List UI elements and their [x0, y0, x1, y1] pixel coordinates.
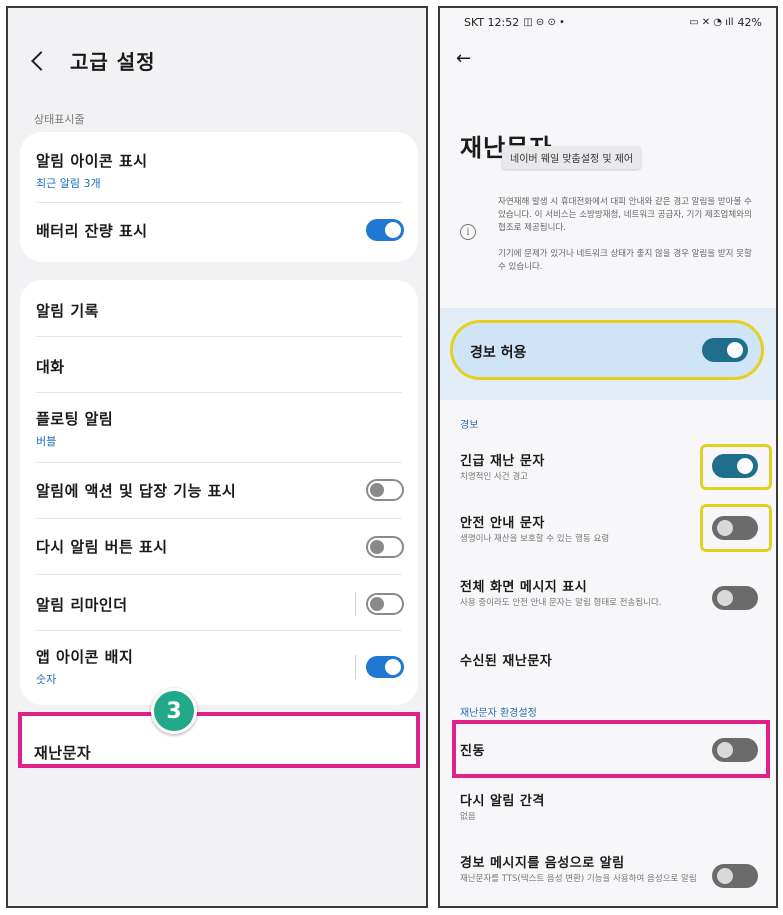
toggle-knob: [370, 483, 384, 497]
setting-full-screen-message[interactable]: 전체 화면 메시지 표시 사용 중이라도 안전 안내 문자는 알림 형태로 전송…: [460, 576, 700, 609]
divider: [36, 202, 402, 203]
info-disclaimer: 기기에 문제가 있거나 네트워크 상태가 좋지 않을 경우 알림을 받지 못할 …: [498, 249, 752, 272]
section-label-status-bar: 상태표시줄: [34, 113, 85, 126]
setting-title: 플로팅 알림: [36, 410, 114, 428]
reminders-toggle[interactable]: [366, 593, 404, 615]
back-arrow-icon[interactable]: ←: [456, 48, 471, 69]
full-screen-toggle[interactable]: [712, 586, 758, 610]
setting-battery-percentage[interactable]: 배터리 잔량 표시: [36, 220, 402, 241]
snooze-button-toggle[interactable]: [366, 536, 404, 558]
notification-settings-card: 알림 기록 대화 플로팅 알림 버블 알림에 액션 및 답장 기능 표시 다시 …: [20, 280, 418, 705]
setting-received-alerts[interactable]: 수신된 재난문자: [460, 650, 700, 669]
setting-title: 진동: [460, 744, 485, 759]
carrier-time: SKT 12:52: [464, 16, 520, 29]
setting-title: 전체 화면 메시지 표시: [460, 580, 588, 595]
divider: [36, 574, 402, 575]
step-badge: 3: [151, 688, 197, 734]
setting-title: 알림 기록: [36, 302, 99, 320]
setting-title: 알림 리마인더: [36, 596, 128, 614]
vibration-toggle[interactable]: [712, 738, 758, 762]
separator: [355, 655, 356, 679]
setting-title: 알림에 액션 및 답장 기능 표시: [36, 482, 237, 500]
setting-subtitle: 없음: [460, 812, 476, 822]
toggle-knob: [385, 222, 401, 238]
setting-subtitle: 재난문자를 TTS(텍스트 음성 변환) 기능을 사용하여 음성으로 알림: [460, 874, 697, 884]
toggle-knob: [727, 342, 743, 358]
setting-title: 배터리 잔량 표시: [36, 222, 148, 240]
emergency-alerts-highlight[interactable]: 재난문자: [18, 712, 420, 768]
setting-notification-history[interactable]: 알림 기록: [36, 300, 402, 321]
signal-icons: ▭ ✕ ◔ ıll: [689, 17, 734, 28]
notification-icons: ◫ ⊝ ⊙ •: [523, 17, 565, 28]
setting-suggest-actions-replies[interactable]: 알림에 액션 및 답장 기능 표시: [36, 480, 402, 501]
setting-title: 다시 알림 버튼 표시: [36, 538, 168, 556]
toggle-knob: [370, 540, 384, 554]
setting-title: 대화: [36, 358, 65, 376]
setting-notification-reminders[interactable]: 알림 리마인더: [36, 594, 402, 615]
info-description: 자연재해 발생 시 휴대전화에서 대피 안내와 같은 경고 알림을 받아볼 수 …: [498, 197, 752, 233]
status-right: ▭ ✕ ◔ ıll 42%: [689, 16, 762, 29]
left-screenshot-panel: 고급 설정 상태표시줄 알림 아이콘 표시 최근 알림 3개 배터리 잔량 표시…: [6, 6, 428, 908]
allow-alerts-toggle[interactable]: [702, 338, 748, 362]
toggle-knob: [370, 597, 384, 611]
allow-alerts-label: 경보 허용: [470, 345, 527, 361]
battery-level: 42%: [737, 16, 762, 29]
divider: [36, 462, 402, 463]
setting-speak-alert-message[interactable]: 경보 메시지를 음성으로 알림 재난문자를 TTS(텍스트 음성 변환) 기능을…: [460, 852, 700, 885]
setting-snooze-button[interactable]: 다시 알림 버튼 표시: [36, 536, 402, 557]
setting-conversations[interactable]: 대화: [36, 356, 402, 377]
setting-title: 다시 알림 간격: [460, 794, 545, 809]
setting-title: 긴급 재난 문자: [460, 454, 545, 469]
status-bar-card: 알림 아이콘 표시 최근 알림 3개 배터리 잔량 표시: [20, 132, 418, 262]
setting-title: 알림 아이콘 표시: [36, 152, 148, 170]
setting-title: 경보 메시지를 음성으로 알림: [460, 856, 625, 871]
setting-title: 수신된 재난문자: [460, 654, 553, 669]
right-screenshot-panel: SKT 12:52 ◫ ⊝ ⊙ • ▭ ✕ ◔ ıll 42% ← 재난문자 네…: [438, 6, 778, 908]
speak-alert-toggle[interactable]: [712, 864, 758, 888]
info-icon: i: [460, 224, 476, 240]
emergency-alerts-toggle[interactable]: [712, 454, 758, 478]
divider: [36, 630, 402, 631]
back-icon[interactable]: [31, 50, 51, 71]
setting-vibration[interactable]: 진동: [460, 740, 700, 759]
status-bar: SKT 12:52 ◫ ⊝ ⊙ • ▭ ✕ ◔ ıll 42%: [464, 16, 762, 29]
setting-notification-icons[interactable]: 알림 아이콘 표시 최근 알림 3개: [36, 150, 402, 191]
battery-percentage-toggle[interactable]: [366, 219, 404, 241]
separator: [355, 592, 356, 616]
divider: [36, 518, 402, 519]
toggle-knob: [717, 742, 733, 758]
header: 고급 설정: [31, 46, 156, 75]
setting-subtitle: 생명이나 재산을 보호할 수 있는 행동 요령: [460, 534, 610, 544]
setting-title: 앱 아이콘 배지: [36, 648, 134, 666]
setting-title: 안전 안내 문자: [460, 516, 545, 531]
status-left: SKT 12:52 ◫ ⊝ ⊙ •: [464, 16, 565, 29]
toggle-knob: [737, 458, 753, 474]
setting-title: 재난문자: [34, 744, 92, 762]
suggest-actions-toggle[interactable]: [366, 479, 404, 501]
setting-floating-notifications[interactable]: 플로팅 알림 버블: [36, 408, 402, 449]
toggle-knob: [385, 659, 401, 675]
toggle-knob: [717, 590, 733, 606]
setting-subtitle: 사용 중이라도 안전 안내 문자는 알림 형태로 전송됩니다.: [460, 598, 662, 608]
setting-subtitle: 숫자: [36, 673, 57, 686]
setting-subtitle: 최근 알림 3개: [36, 177, 101, 190]
setting-subtitle: 버블: [36, 435, 57, 448]
page-title: 고급 설정: [70, 50, 156, 74]
setting-emergency-alerts[interactable]: 긴급 재난 문자 치명적인 사건 경고: [460, 450, 700, 483]
safety-alerts-toggle[interactable]: [712, 516, 758, 540]
divider: [36, 336, 402, 337]
app-icon-badges-toggle[interactable]: [366, 656, 404, 678]
toggle-knob: [717, 868, 733, 884]
divider: [36, 392, 402, 393]
setting-subtitle: 치명적인 사건 경고: [460, 472, 528, 482]
browser-tooltip: 네이버 웨일 맞춤설정 및 제어: [502, 146, 642, 169]
section-label-alert-settings: 재난문자 환경설정: [460, 708, 537, 719]
setting-alert-reminder[interactable]: 다시 알림 간격 없음: [460, 790, 700, 823]
toggle-knob: [717, 520, 733, 536]
setting-app-icon-badges[interactable]: 앱 아이콘 배지 숫자: [36, 646, 402, 687]
setting-safety-alerts[interactable]: 안전 안내 문자 생명이나 재산을 보호할 수 있는 행동 요령: [460, 512, 700, 545]
section-label-alerts: 경보: [460, 420, 479, 431]
